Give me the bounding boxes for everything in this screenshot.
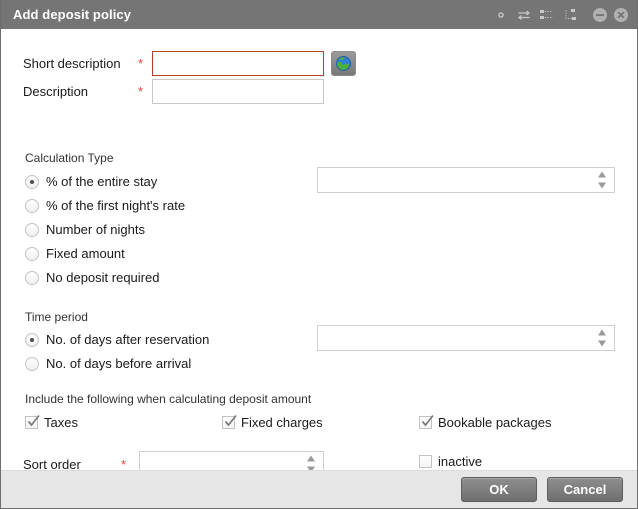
checkbox-inactive[interactable]: inactive [419,454,482,469]
radio-no-deposit-required[interactable]: No deposit required [25,270,159,285]
description-label: Description [23,84,89,99]
radio-fixed-amount[interactable]: Fixed amount [25,246,125,261]
time-period-legend: Time period [25,310,88,324]
radio-label: No. of days after reservation [46,332,210,347]
spinner-up-arrow[interactable] [307,455,315,462]
dialog-body: Short description * Description * Calcul… [1,29,637,477]
short-description-required-marker: * [138,56,144,71]
radio-days-after-reservation[interactable]: No. of days after reservation [25,332,209,347]
checkbox-label: inactive [438,454,483,469]
checkbox-label: Fixed charges [241,415,323,430]
titlebar-window-controls [592,7,629,23]
calculation-amount-spinner[interactable] [317,167,615,193]
cancel-button[interactable]: Cancel [547,477,623,502]
description-required-marker: * [138,84,144,99]
exchange-arrows-icon[interactable] [516,7,532,23]
radio-indicator [25,332,39,347]
spinner-up-arrow[interactable] [598,171,606,178]
radio-indicator [25,270,39,285]
settings-gear-icon[interactable] [493,7,509,23]
calculation-type-legend: Calculation Type [25,151,114,165]
radio-percent-entire-stay[interactable]: % of the entire stay [25,174,157,189]
hierarchy-icon[interactable] [562,7,578,23]
radio-indicator [25,246,39,261]
radio-percent-first-night[interactable]: % of the first night's rate [25,198,185,213]
spinner-arrows[interactable] [598,171,607,189]
description-input[interactable] [152,79,324,104]
minimize-button[interactable] [592,7,608,23]
short-description-label: Short description [23,56,121,71]
include-section-legend: Include the following when calculating d… [25,392,312,406]
radio-indicator [25,356,39,371]
checkbox-label: Taxes [44,415,78,430]
titlebar-tool-group [493,7,578,23]
radio-label: % of the first night's rate [46,198,186,213]
checkbox-indicator [25,414,40,429]
radio-indicator [25,174,39,189]
checkbox-indicator [419,455,432,468]
list-tree-icon[interactable] [539,7,555,23]
checkbox-indicator [419,414,434,429]
radio-days-before-arrival[interactable]: No. of days before arrival [25,356,191,371]
spinner-up-arrow[interactable] [598,329,606,336]
globe-icon [336,56,351,71]
checkbox-taxes[interactable]: Taxes [25,414,78,430]
radio-indicator [25,222,39,237]
radio-indicator [25,198,39,213]
radio-label: Fixed amount [46,246,125,261]
radio-label: No deposit required [46,270,160,285]
radio-label: % of the entire stay [46,174,158,189]
radio-number-of-nights[interactable]: Number of nights [25,222,145,237]
spinner-down-arrow[interactable] [598,182,606,189]
sort-order-required-marker: * [121,456,127,472]
globe-icon-button[interactable] [331,51,356,76]
close-button[interactable] [613,7,629,23]
spinner-arrows[interactable] [598,329,607,347]
radio-label: Number of nights [46,222,145,237]
spinner-down-arrow[interactable] [598,340,606,347]
dialog-titlebar: Add deposit policy [1,0,637,29]
time-period-days-spinner[interactable] [317,325,615,351]
checkbox-bookable-packages[interactable]: Bookable packages [419,414,552,430]
short-description-row: Short description * [23,51,356,76]
description-row: Description * [23,79,324,104]
ok-button[interactable]: OK [461,477,537,502]
add-deposit-policy-dialog: Add deposit policy Short description * D… [0,0,638,509]
checkbox-label: Bookable packages [438,415,552,430]
checkbox-indicator [222,414,237,429]
dialog-title: Add deposit policy [13,7,132,22]
dialog-footer: OK Cancel [1,470,637,508]
checkbox-fixed-charges[interactable]: Fixed charges [222,414,323,430]
radio-label: No. of days before arrival [46,356,192,371]
short-description-input[interactable] [152,51,324,76]
